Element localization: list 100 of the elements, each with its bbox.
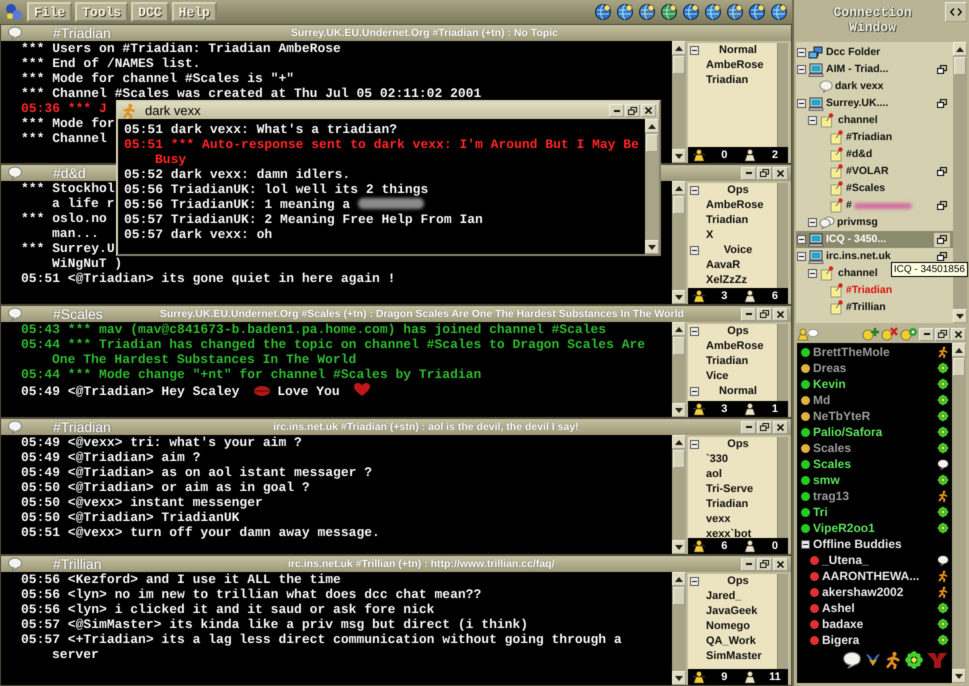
user-name[interactable]: AmbeRose <box>688 58 777 73</box>
tree-item[interactable]: Surrey.UK.... <box>796 95 953 112</box>
user-name[interactable]: Vice <box>688 369 777 384</box>
user-name[interactable]: SimMaster <box>688 649 777 664</box>
tree-item[interactable]: Dcc Folder <box>796 44 953 61</box>
buddy-name[interactable]: badaxe <box>822 616 864 632</box>
add-buddy-icon[interactable] <box>862 327 880 341</box>
scroll-thumb[interactable] <box>954 57 966 75</box>
user-name[interactable]: xexx`bot <box>688 527 777 538</box>
buddy-name[interactable]: Kevin <box>813 376 846 392</box>
scroll-down-button[interactable] <box>645 240 659 254</box>
buddy-name[interactable]: AARONTHEWA... <box>822 568 920 584</box>
globe-icon[interactable] <box>726 3 744 21</box>
window-button[interactable] <box>934 62 950 76</box>
minimize-button[interactable] <box>741 166 756 180</box>
collapse-icon[interactable] <box>797 235 806 244</box>
scrollbar[interactable] <box>672 41 686 163</box>
collapse-icon[interactable] <box>808 218 817 227</box>
scroll-down-button[interactable] <box>672 671 686 685</box>
collapse-icon[interactable] <box>690 387 699 396</box>
user-name[interactable]: `330 <box>688 452 777 467</box>
restore-button[interactable] <box>757 308 772 320</box>
buddy-name[interactable]: Ashel <box>822 600 855 616</box>
scrollbar[interactable] <box>777 183 788 288</box>
scroll-thumb[interactable] <box>673 337 685 355</box>
scrollbar[interactable] <box>777 43 788 147</box>
scroll-down-button[interactable] <box>672 540 686 554</box>
remove-buddy-icon[interactable] <box>881 327 899 341</box>
scroll-thumb[interactable] <box>673 56 685 74</box>
buddy-name[interactable]: Tri <box>813 504 828 520</box>
globe-icon[interactable] <box>660 3 678 21</box>
buddy-name[interactable]: smw <box>813 472 840 488</box>
collapse-icon[interactable] <box>801 540 810 548</box>
scroll-thumb[interactable] <box>673 196 685 214</box>
user-name[interactable]: vexx <box>688 512 777 527</box>
buddy-name[interactable]: trag13 <box>813 488 850 504</box>
close-button[interactable] <box>773 558 788 570</box>
user-name[interactable]: X <box>688 228 777 243</box>
scroll-up-button[interactable] <box>672 181 686 195</box>
scroll-thumb[interactable] <box>646 134 658 152</box>
tree-item[interactable]: # <box>796 197 953 214</box>
buddy-name[interactable]: Md <box>813 392 830 408</box>
tree-item[interactable]: #VOLAR <box>796 163 953 180</box>
restore-button[interactable] <box>757 166 772 180</box>
user-name[interactable]: AmbeRose <box>688 198 777 213</box>
scroll-thumb[interactable] <box>953 358 965 376</box>
user-name[interactable]: QA_Work <box>688 634 777 649</box>
scrollbar[interactable] <box>672 572 686 685</box>
scroll-up-button[interactable] <box>672 435 686 449</box>
globe-icon[interactable] <box>594 3 612 21</box>
globe-icon[interactable] <box>704 3 722 21</box>
scroll-up-button[interactable] <box>953 42 967 56</box>
close-button[interactable] <box>773 166 788 180</box>
tree-item[interactable]: #Trillian <box>796 299 953 316</box>
user-name[interactable]: JavaGeek <box>688 604 777 619</box>
scrollbar[interactable] <box>777 574 788 669</box>
buddy-icon[interactable] <box>797 328 819 340</box>
buddy-name[interactable]: Palio/Safora <box>813 424 882 440</box>
close-button[interactable] <box>773 308 788 320</box>
window-button[interactable] <box>934 232 950 246</box>
collapse-icon[interactable] <box>690 440 699 449</box>
close-button[interactable] <box>641 104 656 117</box>
user-name[interactable]: XelZzZz <box>688 273 777 288</box>
close-button[interactable] <box>951 328 966 340</box>
collapse-icon[interactable] <box>808 116 817 125</box>
collapse-icon[interactable] <box>797 252 806 261</box>
scroll-up-button[interactable] <box>952 343 966 357</box>
restore-button[interactable] <box>625 104 640 117</box>
globe-icon[interactable] <box>616 3 634 21</box>
buddy-name[interactable]: NeTbYteR <box>813 408 870 424</box>
scroll-up-button[interactable] <box>672 41 686 55</box>
toggle-button[interactable] <box>945 2 967 22</box>
scroll-down-button[interactable] <box>672 403 686 417</box>
scroll-up-button[interactable] <box>672 572 686 586</box>
butterfly-icon[interactable] <box>864 652 882 668</box>
window-button[interactable] <box>934 96 950 110</box>
buddy-name[interactable]: VipeR2oo1 <box>813 520 875 536</box>
collapse-icon[interactable] <box>690 46 699 55</box>
scroll-down-button[interactable] <box>952 669 966 683</box>
collapse-icon[interactable] <box>690 186 699 195</box>
scrollbar[interactable] <box>672 181 686 304</box>
scrollbar[interactable] <box>672 322 686 417</box>
buddy-name[interactable]: Scales <box>813 440 852 456</box>
tree-item[interactable]: privmsg <box>796 214 953 231</box>
scrollbar[interactable] <box>645 119 659 254</box>
collapse-icon[interactable] <box>797 65 806 74</box>
minimize-button[interactable] <box>741 308 756 320</box>
user-name[interactable]: Triadian <box>688 497 777 512</box>
user-name[interactable]: Nomego <box>688 619 777 634</box>
globe-icon[interactable] <box>638 3 656 21</box>
minimize-button[interactable] <box>741 558 756 570</box>
buddy-name[interactable]: Dreas <box>813 360 846 376</box>
close-button[interactable] <box>773 420 788 434</box>
tree-item[interactable]: dark vexx <box>796 78 953 95</box>
buddy-name[interactable]: Scales <box>813 456 852 472</box>
buddy-info-icon[interactable] <box>900 327 918 341</box>
buddy-name[interactable]: akershaw2002 <box>822 584 904 600</box>
scrollbar[interactable] <box>672 435 686 554</box>
window-button[interactable] <box>934 250 950 264</box>
buddy-name[interactable]: BrettTheMole <box>813 344 890 360</box>
